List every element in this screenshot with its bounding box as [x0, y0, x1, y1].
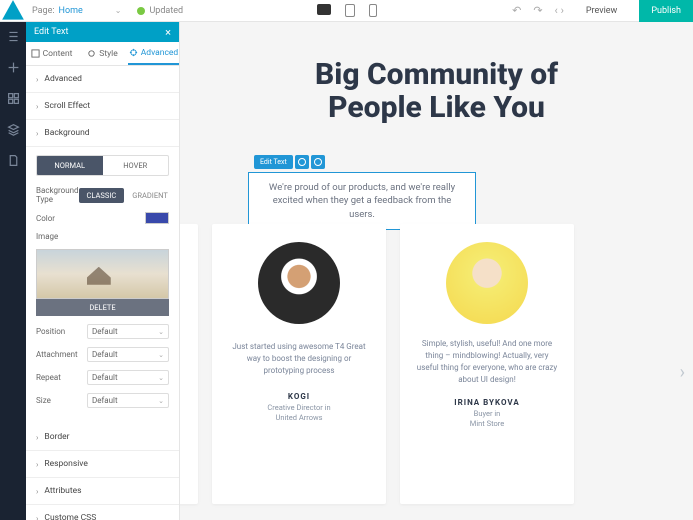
element-options-icon[interactable] [311, 155, 325, 169]
section-background[interactable]: ›Background [26, 120, 179, 147]
page-selector[interactable]: Page: Home ⌄ [26, 6, 127, 16]
testimonial-role: Buyer in Mint Store [414, 409, 560, 429]
panel-header: Edit Text × [26, 22, 179, 42]
top-bar: Page: Home ⌄ Updated ↶ ↷ ‹ › Preview Pub… [0, 0, 693, 22]
testimonial-text: Just started using awesome T4 Great way … [226, 338, 372, 380]
app-logo[interactable] [0, 0, 26, 22]
carousel-next-icon[interactable]: › [680, 362, 685, 383]
list-icon[interactable] [7, 30, 20, 43]
plus-icon[interactable] [7, 61, 20, 74]
delete-image-button[interactable]: DELETE [36, 299, 169, 316]
hover-state-button[interactable]: HOVER [103, 156, 169, 175]
layers-icon[interactable] [7, 123, 20, 136]
size-select[interactable]: Default⌄ [87, 393, 169, 408]
tab-content[interactable]: Content [26, 42, 77, 65]
status-dot-icon [137, 7, 145, 15]
testimonial-card[interactable]: Just started using awesome T4 Great way … [212, 224, 386, 504]
position-select[interactable]: Default⌄ [87, 324, 169, 339]
state-segmented: NORMAL HOVER [36, 155, 169, 176]
chevron-down-icon: ⌄ [158, 397, 164, 405]
tab-style[interactable]: Style [77, 42, 128, 65]
history-nav-icon[interactable]: ‹ › [555, 4, 564, 17]
image-preview[interactable] [36, 249, 169, 299]
element-drag-icon[interactable] [295, 155, 309, 169]
redo-icon[interactable]: ↷ [533, 4, 542, 17]
preview-button[interactable]: Preview [576, 6, 627, 16]
section-advanced[interactable]: ›Advanced [26, 66, 179, 93]
publish-button[interactable]: Publish [639, 0, 693, 22]
page-value: Home [59, 6, 83, 16]
canvas[interactable]: Big Community of People Like You Edit Te… [180, 22, 693, 520]
panel-title: Edit Text [34, 27, 68, 37]
image-label: Image [36, 232, 58, 241]
left-rail [0, 22, 26, 520]
undo-icon[interactable]: ↶ [512, 4, 521, 17]
section-scroll-effect[interactable]: ›Scroll Effect [26, 93, 179, 120]
chevron-down-icon: ⌄ [115, 6, 122, 15]
size-label: Size [36, 396, 51, 405]
chevron-down-icon: ⌄ [158, 351, 164, 359]
desktop-device-button[interactable] [317, 4, 331, 15]
repeat-label: Repeat [36, 373, 61, 382]
element-toolbar: Edit Text [254, 155, 325, 169]
section-attributes[interactable]: ›Attributes [26, 478, 179, 505]
testimonial-text: ers our design s to keep track of eryone… [180, 338, 184, 386]
page-icon[interactable] [7, 154, 20, 167]
status-text: Updated [149, 6, 183, 16]
testimonial-card[interactable]: ers our design s to keep track of eryone… [180, 224, 198, 504]
testimonial-role: Creative Director in United Arrows [226, 403, 372, 423]
hero-title[interactable]: Big Community of People Like You [200, 58, 673, 124]
selected-text-element[interactable]: We're proud of our products, and we're r… [248, 172, 476, 230]
testimonial-role: nbox [180, 409, 184, 419]
save-status: Updated [137, 6, 183, 16]
hero-subtitle: We're proud of our products, and we're r… [261, 181, 463, 221]
bgtype-pill: CLASSIC GRADIENT [79, 188, 176, 203]
color-swatch[interactable] [145, 212, 169, 224]
device-switcher [317, 4, 377, 17]
testimonial-card[interactable]: Simple, stylish, useful! And one more th… [400, 224, 574, 504]
grid-icon[interactable] [7, 92, 20, 105]
position-label: Position [36, 327, 65, 336]
avatar [258, 242, 340, 324]
testimonial-text: Simple, stylish, useful! And one more th… [414, 338, 560, 386]
edit-text-badge[interactable]: Edit Text [254, 155, 293, 169]
hero-section: Big Community of People Like You [180, 22, 693, 134]
background-controls: NORMAL HOVER Background Type CLASSIC GRA… [26, 147, 179, 424]
normal-state-button[interactable]: NORMAL [37, 156, 103, 175]
testimonial-name: IRINA BYKOVA [414, 398, 560, 407]
chevron-down-icon: ⌄ [158, 374, 164, 382]
page-label: Page: [32, 6, 55, 16]
repeat-select[interactable]: Default⌄ [87, 370, 169, 385]
avatar [446, 242, 528, 324]
tab-advanced[interactable]: Advanced [128, 42, 179, 65]
section-responsive[interactable]: ›Responsive [26, 451, 179, 478]
classic-button[interactable]: CLASSIC [79, 188, 125, 203]
attachment-select[interactable]: Default⌄ [87, 347, 169, 362]
testimonial-row: ers our design s to keep track of eryone… [180, 224, 693, 520]
section-custom-css[interactable]: ›Custome CSS [26, 505, 179, 520]
bgtype-label: Background Type [36, 186, 79, 204]
chevron-down-icon: ⌄ [158, 328, 164, 336]
edit-panel: Edit Text × Content Style Advanced ›Adva… [26, 22, 180, 520]
testimonial-name: KOGI [226, 392, 372, 401]
testimonial-name: NS [180, 398, 184, 407]
section-border[interactable]: ›Border [26, 424, 179, 451]
color-label: Color [36, 214, 55, 223]
close-icon[interactable]: × [165, 26, 171, 39]
panel-tabs: Content Style Advanced [26, 42, 179, 66]
mobile-device-button[interactable] [369, 4, 377, 17]
gradient-button[interactable]: GRADIENT [124, 188, 176, 203]
tablet-device-button[interactable] [345, 4, 355, 17]
attachment-label: Attachment [36, 350, 78, 359]
